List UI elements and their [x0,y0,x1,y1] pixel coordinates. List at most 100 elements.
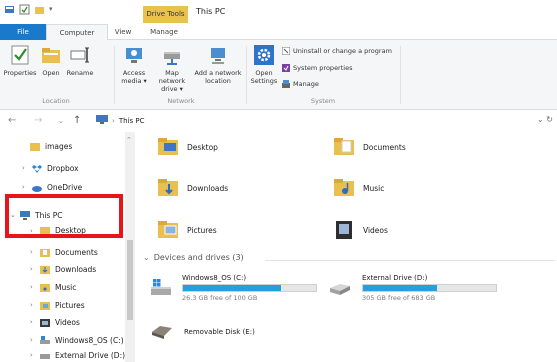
tab-file[interactable]: File [0,24,46,40]
folder-tile-desktop[interactable]: Desktop [157,135,218,159]
group-divider [246,46,247,104]
nav-item-external-drive[interactable]: › External Drive (D:) [30,350,125,360]
breadcrumb-this-pc[interactable]: This PC [119,117,145,125]
documents-folder-icon [40,248,50,257]
windows-drive-icon [40,335,50,345]
scrollbar-thumb[interactable] [127,240,133,320]
expand-chevron-icon[interactable]: › [30,265,40,273]
breadcrumb[interactable]: › This PC [96,115,144,126]
group-divider [400,46,401,104]
expand-chevron-icon[interactable]: › [30,248,40,256]
access-media-icon [123,44,145,66]
tab-manage[interactable]: Manage [144,24,184,40]
new-folder-quick-icon[interactable] [34,4,45,15]
this-pc-crumb-icon [96,115,108,126]
drive-tile-e[interactable]: Removable Disk (E:) [150,320,255,344]
uninstall-program-button[interactable]: Uninstall or change a program [281,46,392,56]
navigation-pane: images › Dropbox › OneDrive ⌄ This PC › … [0,132,137,362]
expand-chevron-icon[interactable]: › [30,336,40,344]
group-divider [114,46,115,104]
back-arrow-icon[interactable]: ← [8,115,16,126]
properties-quick-icon[interactable] [19,4,30,15]
map-network-drive-button[interactable]: Map network drive ▾ [151,44,193,93]
collapse-chevron-icon[interactable]: ⌄ [143,253,150,262]
system-properties-button[interactable]: System properties [282,64,352,72]
up-arrow-icon[interactable]: ↑ [73,115,81,126]
devices-section-header[interactable]: ⌄ Devices and drives (3) [143,253,244,262]
drive-free-space: 26.3 GB free of 100 GB [182,294,258,302]
folder-tile-pictures[interactable]: Pictures [157,218,217,242]
expand-chevron-icon[interactable]: › [22,164,32,172]
system-group-label: System [310,97,336,105]
drive-tile-d[interactable]: External Drive (D:) 305 GB free of 683 G… [328,274,497,302]
documents-folder-icon [333,135,355,159]
access-media-button[interactable]: Access media ▾ [118,44,150,85]
section-divider [265,260,555,261]
drive-tile-c[interactable]: Windows8_OS (C:) 26.3 GB free of 100 GB [150,274,317,302]
expand-chevron-icon[interactable]: › [30,351,40,359]
folder-icon [30,142,40,151]
pictures-folder-icon [40,301,50,310]
rename-button[interactable]: Rename [64,44,96,77]
tab-computer[interactable]: Computer [46,24,108,41]
nav-item-pictures[interactable]: › Pictures [30,297,85,313]
external-drive-icon [328,276,352,300]
properties-button[interactable]: Properties [3,44,37,77]
folder-tile-music[interactable]: Music [333,176,384,200]
videos-folder-icon [40,318,50,327]
gear-icon [253,44,275,66]
open-settings-button[interactable]: Open Settings [250,44,278,85]
rename-icon [69,44,91,66]
nav-item-downloads[interactable]: › Downloads [30,261,96,277]
folder-tile-documents[interactable]: Documents [333,135,406,159]
nav-item-dropbox[interactable]: › Dropbox [22,160,79,176]
nav-item-documents[interactable]: › Documents [30,244,98,260]
nav-item-onedrive[interactable]: › OneDrive [22,182,82,192]
expand-chevron-icon[interactable]: › [30,318,40,326]
nav-item-videos[interactable]: › Videos [30,314,80,330]
window-title: This PC [196,7,226,16]
network-drive-icon [161,44,183,66]
drive-name: Windows8_OS (C:) [182,274,247,282]
address-bar: ← → ⌄ ↑ › This PC ⌄ ↻ [0,110,557,132]
network-group-label: Network [167,97,195,105]
desktop-folder-icon [157,135,179,159]
folder-tile-videos[interactable]: Videos [333,218,388,242]
title-bar: ▾ Drive Tools This PC [0,0,557,24]
forward-arrow-icon[interactable]: → [34,115,42,126]
external-drive-icon [40,351,50,360]
properties-icon [9,44,31,66]
manage-button[interactable]: Manage [282,80,319,88]
tab-view[interactable]: View [111,24,135,40]
expand-chevron-icon[interactable]: › [30,283,40,291]
drive-usage-bar [182,284,317,292]
recent-locations-chevron-icon[interactable]: ⌄ [58,117,64,125]
scroll-up-chevron-icon[interactable]: ⌃ [126,136,132,144]
music-folder-icon [40,283,50,292]
location-group-label: Location [42,97,70,105]
nav-item-images[interactable]: images [30,138,72,154]
nav-item-music[interactable]: › Music [30,279,76,295]
expand-chevron-icon[interactable]: › [30,301,40,309]
explorer-icon[interactable] [4,4,15,15]
folder-tile-downloads[interactable]: Downloads [157,176,228,200]
nav-pane-scrollbar[interactable]: ⌃ [125,132,135,362]
open-folder-icon [40,44,62,66]
drive-name: Removable Disk (E:) [184,328,255,336]
drive-tools-context-tab[interactable]: Drive Tools [143,6,188,23]
uninstall-icon [281,46,291,56]
downloads-folder-icon [157,176,179,200]
refresh-icon[interactable]: ⌄ ↻ [537,115,553,124]
open-button[interactable]: Open [39,44,63,77]
system-properties-icon [282,64,290,72]
onedrive-icon [32,183,42,192]
videos-folder-icon [333,218,355,242]
nav-item-windows8-os[interactable]: › Windows8_OS (C:) [30,332,124,348]
windows-drive-icon [150,276,172,300]
removable-disk-icon [150,320,174,344]
manage-icon [282,80,290,88]
breadcrumb-separator-icon: › [112,116,115,125]
customize-qat-chevron-icon[interactable]: ▾ [49,4,60,15]
expand-chevron-icon[interactable]: › [22,183,32,191]
add-network-location-button[interactable]: Add a network location [194,44,242,85]
